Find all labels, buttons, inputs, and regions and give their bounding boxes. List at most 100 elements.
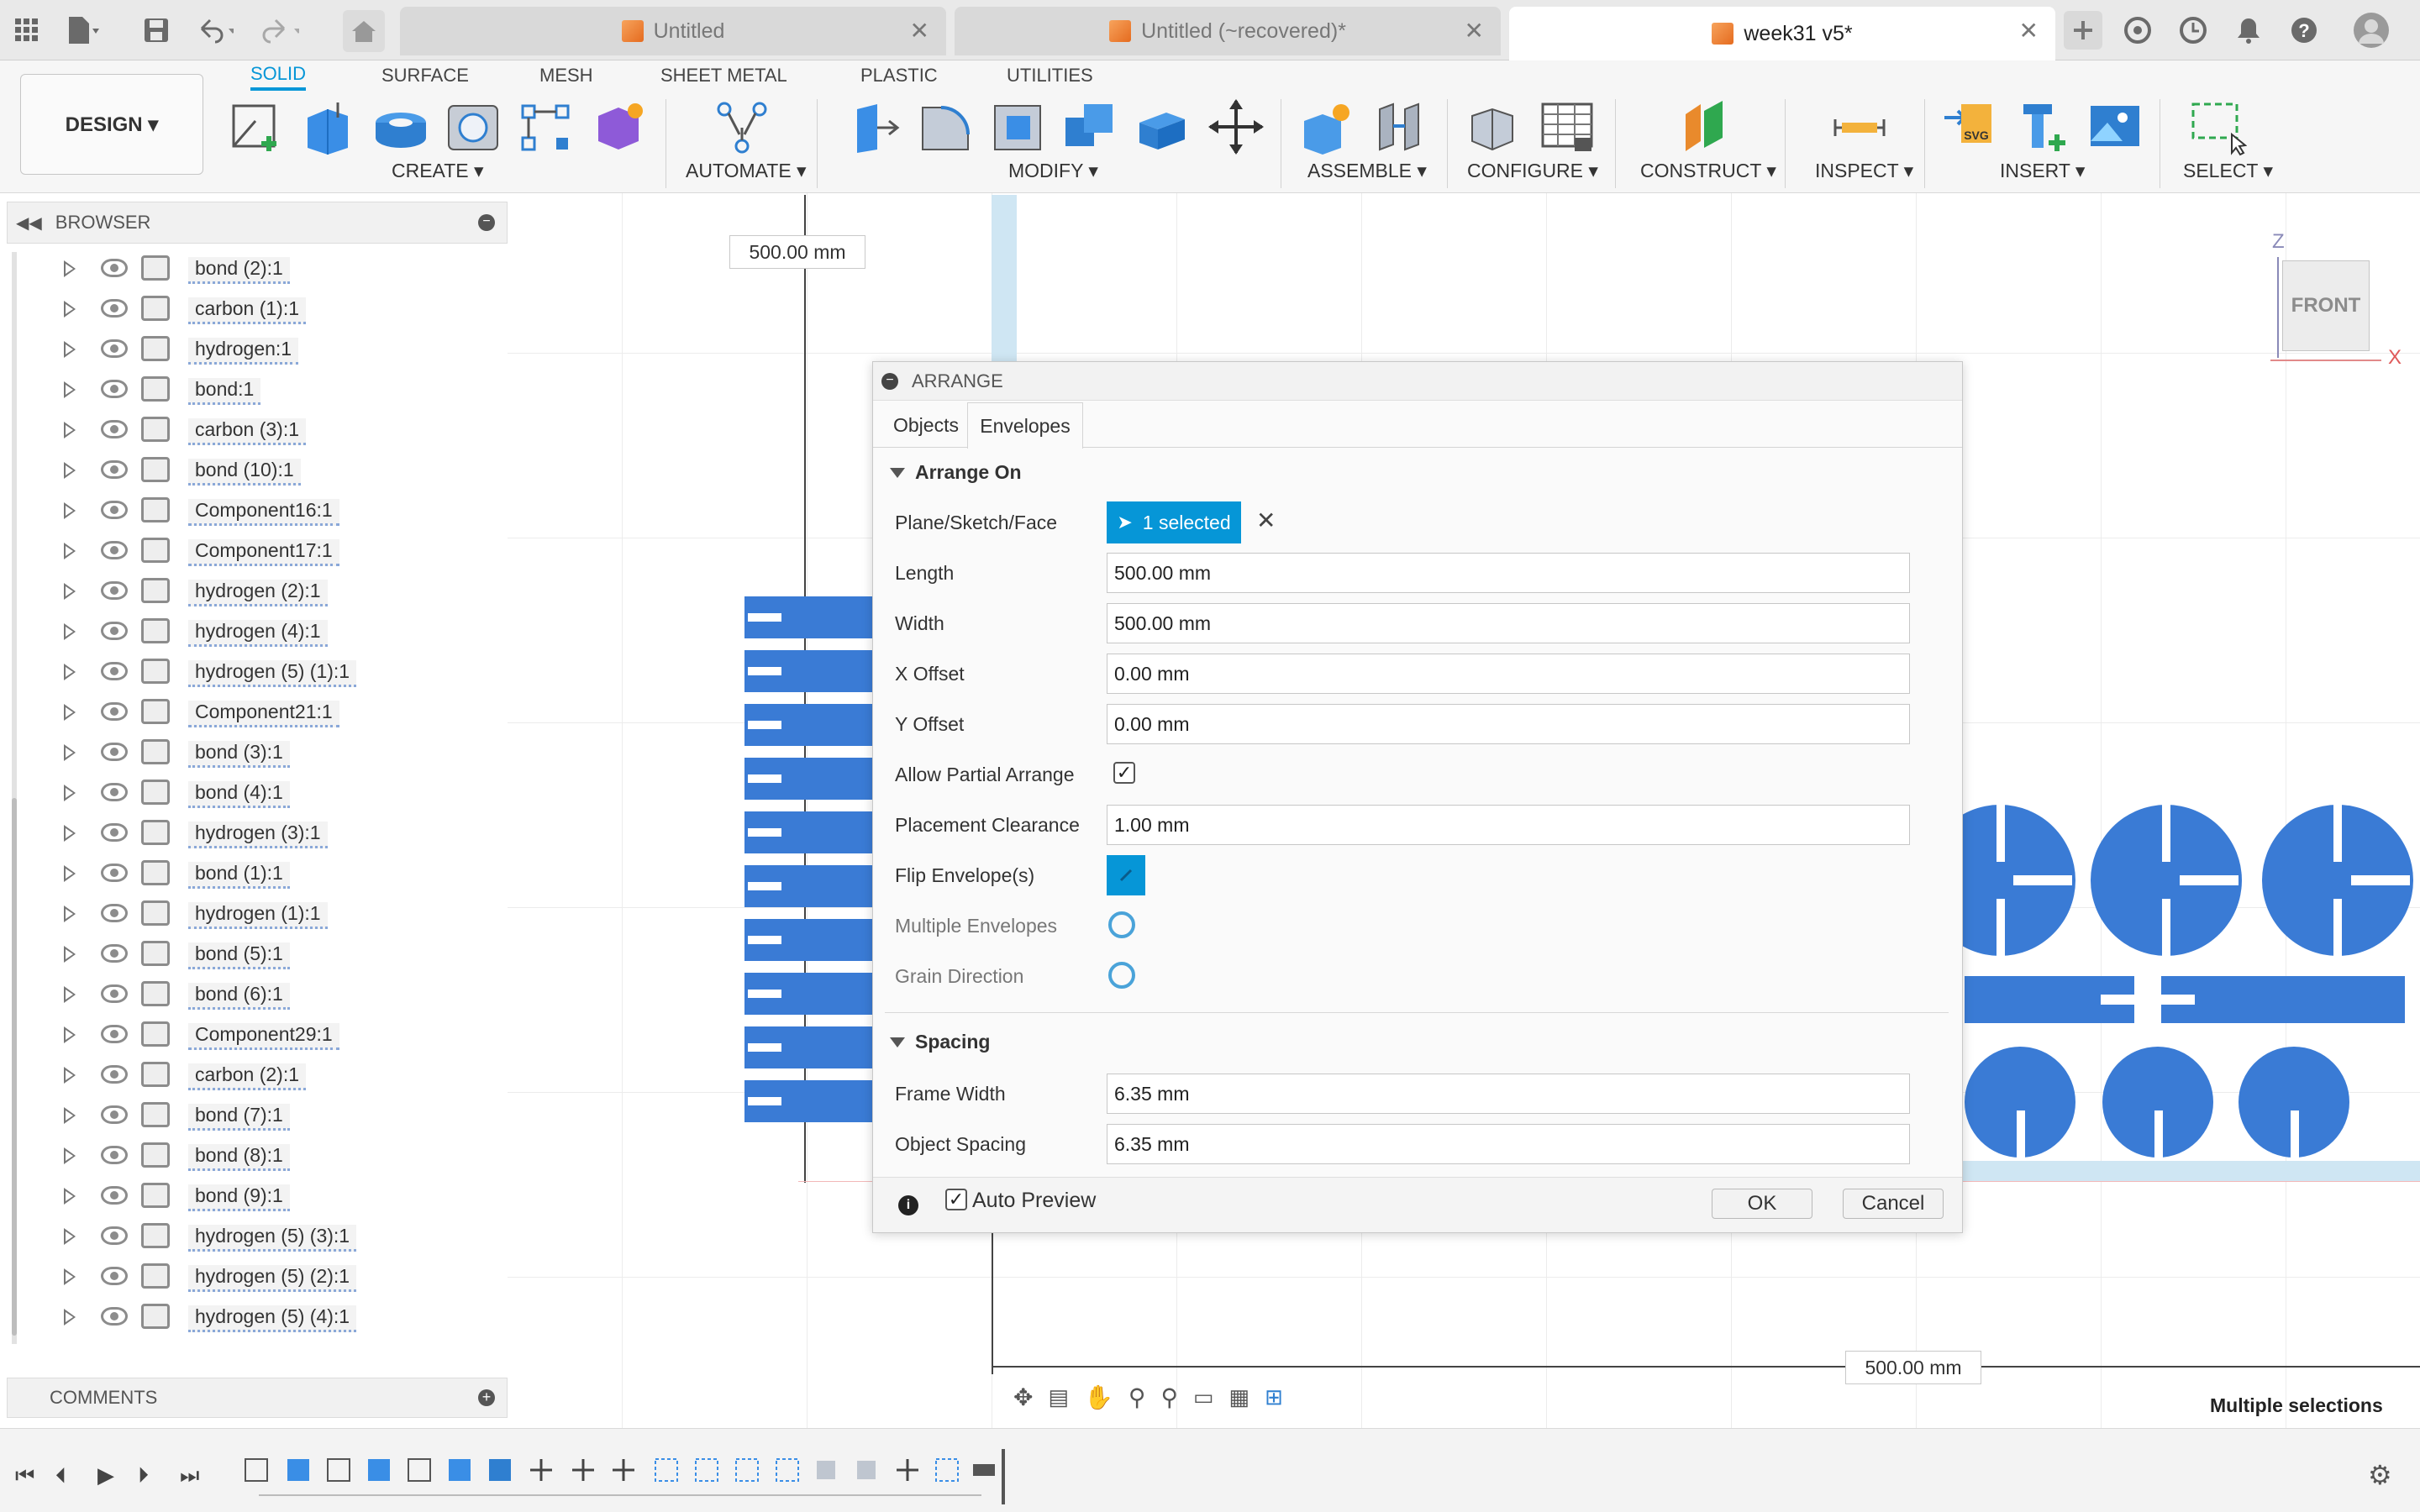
visibility-eye-icon[interactable] — [101, 1025, 128, 1043]
look-at-icon[interactable]: ▤ — [1048, 1384, 1069, 1410]
visibility-eye-icon[interactable] — [101, 1226, 128, 1245]
step-back-icon[interactable]: ⏴ — [55, 1462, 66, 1489]
visibility-eye-icon[interactable] — [101, 380, 128, 398]
close-icon[interactable]: ✕ — [910, 17, 929, 45]
tab-untitled-recovered[interactable]: Untitled (~recovered)* ✕ — [955, 7, 1501, 55]
step-forward-icon[interactable]: ⏵ — [138, 1462, 149, 1489]
visibility-eye-icon[interactable] — [101, 662, 128, 680]
help-icon[interactable]: ? — [2286, 12, 2323, 49]
visibility-eye-icon[interactable] — [101, 743, 128, 761]
visibility-eye-icon[interactable] — [101, 622, 128, 640]
arranged-bond-parts[interactable] — [743, 595, 874, 1132]
user-avatar[interactable] — [2353, 12, 2390, 49]
list-item[interactable]: bond (7):1 — [0, 1095, 504, 1136]
expand-arrow-icon[interactable] — [64, 462, 76, 479]
orbit-icon[interactable]: ✥ — [1013, 1383, 1033, 1411]
visibility-eye-icon[interactable] — [101, 1065, 128, 1084]
design-workspace-button[interactable]: DESIGN ▾ — [20, 74, 203, 175]
visibility-eye-icon[interactable] — [101, 581, 128, 600]
add-comment-icon[interactable]: + — [478, 1389, 495, 1406]
insert-svg-icon[interactable]: SVG — [1941, 97, 2000, 156]
timeline-features[interactable] — [242, 1454, 998, 1496]
flip-envelope-toggle[interactable] — [1107, 855, 1145, 895]
expand-arrow-icon[interactable] — [64, 664, 76, 680]
shell-icon[interactable] — [988, 97, 1047, 156]
cancel-button[interactable]: Cancel — [1843, 1189, 1944, 1219]
expand-arrow-icon[interactable] — [64, 1067, 76, 1084]
expand-arrow-icon[interactable] — [64, 825, 76, 842]
notifications-bell-icon[interactable] — [2230, 12, 2267, 49]
view-cube[interactable]: Z X FRONT — [2260, 220, 2403, 369]
visibility-eye-icon[interactable] — [101, 420, 128, 438]
list-item[interactable]: bond (1):1 — [0, 853, 504, 894]
file-icon[interactable] — [64, 12, 101, 49]
x-offset-input[interactable]: 0.00 mm — [1107, 654, 1910, 694]
tab-envelopes[interactable]: Envelopes — [967, 402, 1083, 449]
list-item[interactable]: Component29:1 — [0, 1015, 504, 1055]
new-tab-icon[interactable] — [2064, 11, 2102, 50]
y-offset-input[interactable]: 0.00 mm — [1107, 704, 1910, 744]
visibility-eye-icon[interactable] — [101, 460, 128, 479]
visibility-eye-icon[interactable] — [101, 904, 128, 922]
clearance-input[interactable]: 1.00 mm — [1107, 805, 1910, 845]
list-item[interactable]: hydrogen (5) (2):1 — [0, 1257, 504, 1297]
automate-menu[interactable]: AUTOMATE ▾ — [686, 160, 807, 182]
offset-plane-icon[interactable] — [1676, 97, 1734, 156]
tab-week31[interactable]: week31 v5* ✕ — [1509, 7, 2055, 60]
list-item[interactable]: Component21:1 — [0, 692, 504, 732]
configure-icon[interactable] — [1464, 97, 1523, 156]
app-grid-icon[interactable] — [8, 12, 45, 49]
expand-arrow-icon[interactable] — [64, 744, 76, 761]
list-item[interactable]: hydrogen (1):1 — [0, 894, 504, 934]
visibility-eye-icon[interactable] — [101, 864, 128, 882]
expand-arrow-icon[interactable] — [64, 906, 76, 922]
visibility-eye-icon[interactable] — [101, 1186, 128, 1205]
job-status-icon[interactable] — [2175, 12, 2212, 49]
list-item[interactable]: bond (9):1 — [0, 1176, 504, 1216]
expand-arrow-icon[interactable] — [64, 381, 76, 398]
pattern-icon[interactable] — [516, 97, 575, 156]
visibility-eye-icon[interactable] — [101, 1267, 128, 1285]
object-spacing-input[interactable]: 6.35 mm — [1107, 1124, 1910, 1164]
list-item[interactable]: hydrogen (5) (3):1 — [0, 1216, 504, 1257]
viewports-icon[interactable]: ⊞ — [1265, 1384, 1283, 1410]
expand-arrow-icon[interactable] — [64, 583, 76, 600]
undo-icon[interactable] — [197, 12, 234, 49]
tab-objects[interactable]: Objects — [880, 402, 972, 448]
expand-arrow-icon[interactable] — [64, 986, 76, 1003]
list-item[interactable]: carbon (3):1 — [0, 410, 504, 450]
grid-settings-icon[interactable]: ▦ — [1229, 1384, 1250, 1410]
joint-icon[interactable] — [1370, 97, 1428, 156]
zoom-icon[interactable]: ⚲ — [1128, 1383, 1146, 1411]
measure-icon[interactable] — [1830, 97, 1889, 156]
tab-mesh[interactable]: MESH — [539, 60, 593, 91]
arranged-atom-parts[interactable] — [1963, 798, 2420, 1164]
expand-arrow-icon[interactable] — [64, 301, 76, 318]
zoom-window-icon[interactable]: ⚲ — [1160, 1383, 1178, 1411]
insert-mcmaster-icon[interactable] — [2013, 97, 2072, 156]
tab-untitled[interactable]: Untitled ✕ — [400, 7, 946, 55]
expand-arrow-icon[interactable] — [64, 1309, 76, 1326]
expand-arrow-icon[interactable] — [64, 785, 76, 801]
offset-face-icon[interactable] — [1133, 97, 1192, 156]
tab-surface[interactable]: SURFACE — [381, 60, 469, 91]
dimension-label[interactable]: 500.00 mm — [1845, 1351, 1981, 1384]
width-input[interactable]: 500.00 mm — [1107, 603, 1910, 643]
save-icon[interactable] — [138, 12, 175, 49]
list-item[interactable]: hydrogen (4):1 — [0, 612, 504, 652]
expand-arrow-icon[interactable] — [64, 1107, 76, 1124]
select-menu[interactable]: SELECT ▾ — [2183, 160, 2273, 182]
create-menu[interactable]: CREATE ▾ — [392, 160, 484, 182]
list-item[interactable]: hydrogen (2):1 — [0, 571, 504, 612]
press-pull-icon[interactable] — [844, 97, 902, 156]
expand-arrow-icon[interactable] — [64, 1147, 76, 1164]
collapse-browser-icon[interactable]: − — [478, 214, 495, 231]
play-icon[interactable]: ▶ — [97, 1462, 114, 1488]
tab-sheet-metal[interactable]: SHEET METAL — [660, 60, 787, 91]
info-icon[interactable]: i — [898, 1195, 918, 1215]
redo-icon[interactable] — [262, 12, 299, 49]
visibility-eye-icon[interactable] — [101, 299, 128, 318]
list-item[interactable]: bond (6):1 — [0, 974, 504, 1015]
list-item[interactable]: hydrogen (3):1 — [0, 813, 504, 853]
list-item[interactable]: bond (10):1 — [0, 450, 504, 491]
